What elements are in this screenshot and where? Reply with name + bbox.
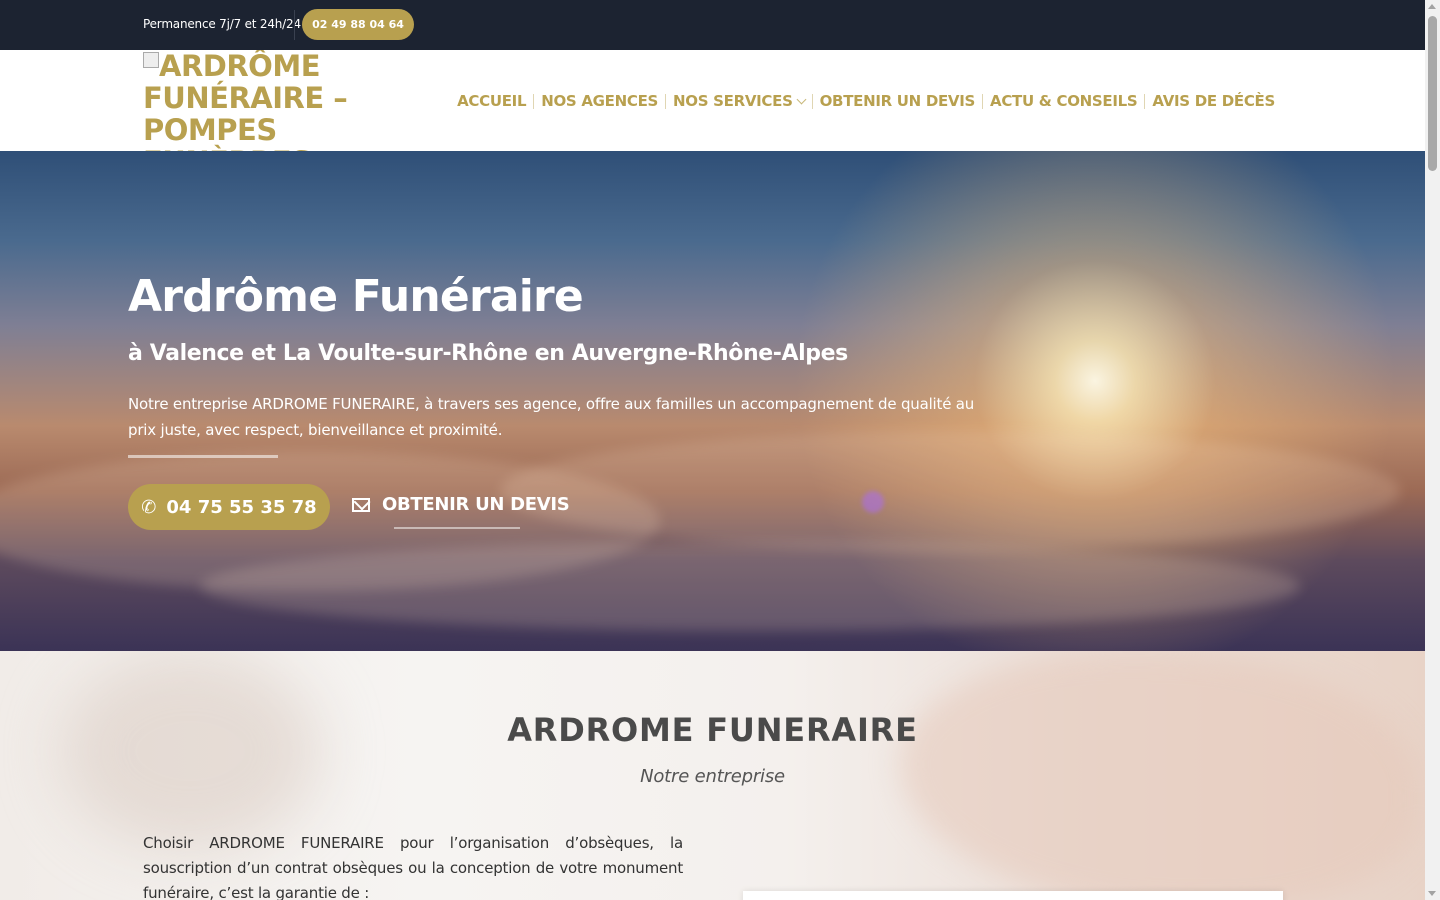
background-blur: [60, 651, 320, 851]
scrollbar-thumb[interactable]: [1428, 16, 1437, 171]
section-paragraph: Choisir ARDROME FUNERAIRE pour l’organis…: [143, 834, 683, 900]
hero-cloud: [200, 541, 1300, 631]
content-card: [743, 891, 1283, 900]
permanence-text: Permanence 7j/7 et 24h/24: [143, 17, 301, 31]
hero-cloud: [500, 431, 1400, 551]
main-navigation: ACCUEIL NOS AGENCES NOS SERVICES OBTENIR…: [450, 90, 1282, 112]
nav-item-accueil[interactable]: ACCUEIL: [450, 92, 533, 110]
call-button[interactable]: ✆ 04 75 55 35 78: [128, 484, 330, 530]
devis-link-label: OBTENIR UN DEVIS: [382, 494, 570, 515]
nav-item-nos-services-label: NOS SERVICES: [673, 92, 793, 110]
nav-item-actu-conseils[interactable]: ACTU & CONSEILS: [983, 92, 1144, 110]
phone-icon: ✆: [141, 496, 157, 518]
site-header: ARDRÔME FUNÉRAIRE – POMPES FUNÈBRES ACCU…: [0, 50, 1425, 151]
broken-image-icon: [143, 52, 159, 68]
section-subtitle: Notre entreprise: [640, 766, 785, 787]
nav-item-nos-agences[interactable]: NOS AGENCES: [534, 92, 665, 110]
hero-title: Ardrôme Funéraire: [128, 271, 584, 322]
devis-link-underline: [394, 527, 520, 529]
chevron-down-icon: [796, 94, 807, 105]
topbar-phone-button[interactable]: 02 49 88 04 64: [302, 9, 414, 40]
scroll-up-icon[interactable]: [1428, 4, 1436, 9]
hero-banner: Ardrôme Funéraire à Valence et La Voulte…: [0, 151, 1425, 651]
hero-description: Notre entreprise ARDROME FUNERAIRE, à tr…: [128, 395, 975, 439]
nav-item-nos-services[interactable]: NOS SERVICES: [666, 92, 812, 110]
nav-item-avis-de-deces[interactable]: AVIS DE DÉCÈS: [1145, 92, 1282, 110]
call-button-label: 04 75 55 35 78: [166, 496, 317, 518]
nav-item-obtenir-un-devis[interactable]: OBTENIR UN DEVIS: [813, 92, 982, 110]
scroll-down-icon[interactable]: [1428, 891, 1436, 896]
hero-divider: [128, 455, 278, 458]
topbar-divider: [294, 10, 295, 40]
mail-icon: [352, 497, 370, 512]
hero-subtitle: à Valence et La Voulte-sur-Rhône en Auve…: [128, 341, 848, 366]
company-section: ARDROME FUNERAIRE Notre entreprise Chois…: [0, 651, 1425, 900]
section-title: ARDROME FUNERAIRE: [507, 711, 918, 749]
top-bar: Permanence 7j/7 et 24h/24 02 49 88 04 64: [0, 0, 1425, 50]
page-scrollbar[interactable]: [1425, 0, 1440, 900]
lens-flare: [862, 491, 884, 513]
site-logo[interactable]: ARDRÔME FUNÉRAIRE – POMPES FUNÈBRES: [143, 50, 373, 151]
obtenir-devis-link[interactable]: OBTENIR UN DEVIS: [352, 494, 570, 515]
logo-alt-text: ARDRÔME FUNÉRAIRE – POMPES FUNÈBRES: [143, 50, 348, 151]
